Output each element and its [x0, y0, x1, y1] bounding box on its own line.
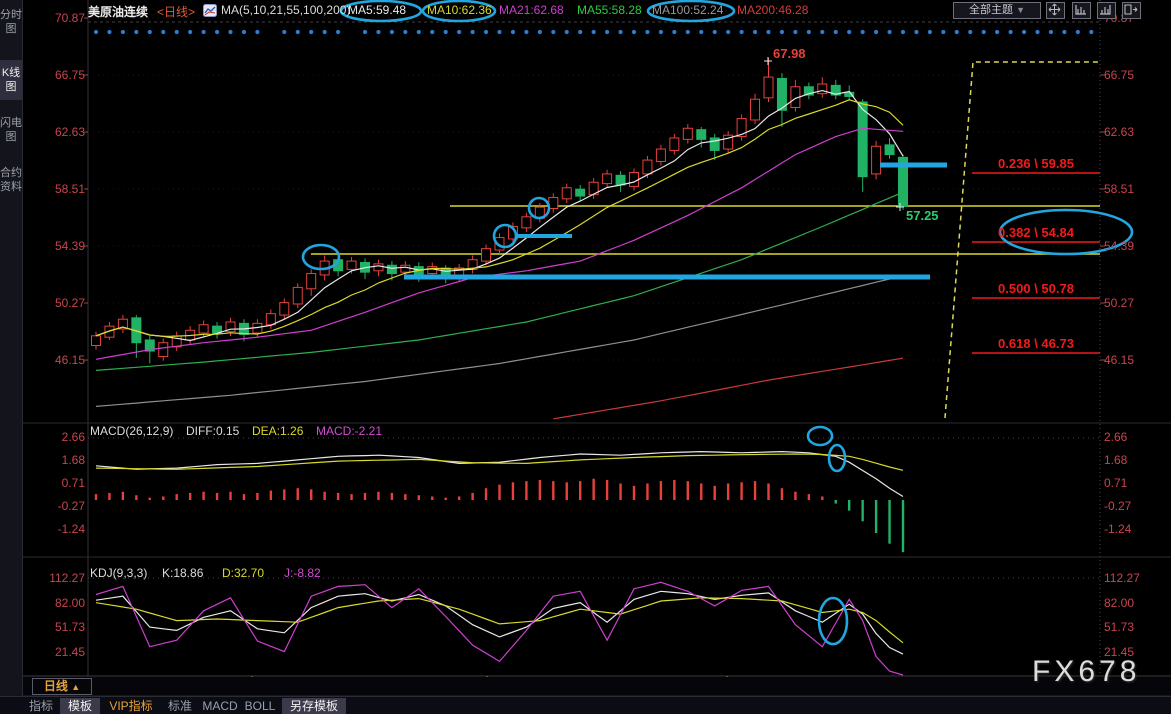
sidebar-item-lightning-chart[interactable]: 闪电图 [0, 110, 22, 150]
tab-standard[interactable]: 标准 [162, 698, 198, 714]
sidebar-item-kline-chart[interactable]: K线图 [0, 60, 22, 100]
left-axis-toggle-button[interactable] [1072, 2, 1091, 19]
macd-diff-value: DIFF:0.15 [186, 424, 239, 438]
left-sidebar: 分时图 K线图 闪电图 合约资料 [0, 0, 23, 714]
sidebar-item-time-chart[interactable]: 分时图 [0, 2, 22, 42]
tab-templates[interactable]: 模板 [60, 698, 100, 714]
ma10-value: MA10:62.36 [427, 3, 492, 17]
pane-shift-icon [1123, 3, 1138, 16]
fx678-watermark: FX678 [1032, 655, 1140, 689]
chevron-down-icon: ▼ [1016, 5, 1025, 15]
tab-macd[interactable]: MACD [202, 698, 238, 714]
period-label: 日线 [44, 679, 68, 693]
macd-dea-value: DEA:1.26 [252, 424, 303, 438]
ma21-value: MA21:62.68 [499, 3, 564, 17]
axis-left-icon [1073, 3, 1088, 16]
trading-app-window: 0.236 \ 59.850.382 \ 54.840.500 \ 50.780… [0, 0, 1171, 714]
chart-canvas [0, 0, 1171, 714]
period-selector[interactable]: 日线 ▲ [32, 678, 92, 695]
triangle-up-icon: ▲ [71, 682, 80, 692]
period-tag[interactable]: <日线> [157, 3, 195, 20]
ma5-value: MA5:59.48 [348, 3, 406, 17]
ma-settings-label: MA(5,10,21,55,100,200) [221, 3, 350, 17]
kdj-j-value: J:-8.82 [284, 566, 321, 580]
symbol-title: 美原油连续 [88, 3, 148, 20]
ma55-value: MA55:58.28 [577, 3, 642, 17]
tab-boll[interactable]: BOLL [242, 698, 278, 714]
macd-title: MACD(26,12,9) [90, 424, 173, 438]
all-themes-label: 全部主题 [969, 4, 1013, 16]
x-axis-row: 日线 ▲ [0, 677, 1171, 695]
tab-vip-indicators[interactable]: VIP指标 [104, 698, 158, 714]
kdj-k-value: K:18.86 [162, 566, 203, 580]
pan-move-button[interactable] [1046, 2, 1065, 19]
tab-indicators[interactable]: 指标 [24, 698, 58, 714]
tab-save-template[interactable]: 另存模板 [282, 698, 346, 714]
ma200-value: MA200:46.28 [737, 3, 808, 17]
kdj-title: KDJ(9,3,3) [90, 566, 147, 580]
all-themes-dropdown[interactable]: 全部主题 ▼ [953, 2, 1041, 19]
bottom-toolbar: 指标 模板 VIP指标 标准 MACD BOLL 另存模板 [0, 696, 1171, 714]
kdj-d-value: D:32.70 [222, 566, 264, 580]
right-axis-toggle-button[interactable] [1097, 2, 1116, 19]
macd-value: MACD:-2.21 [316, 424, 382, 438]
move-icon [1047, 3, 1062, 16]
axis-right-icon [1098, 3, 1113, 16]
ma100-value: MA100:52.24 [652, 3, 723, 17]
shift-pane-button[interactable] [1122, 2, 1141, 19]
sidebar-item-contract-info[interactable]: 合约资料 [0, 160, 22, 200]
